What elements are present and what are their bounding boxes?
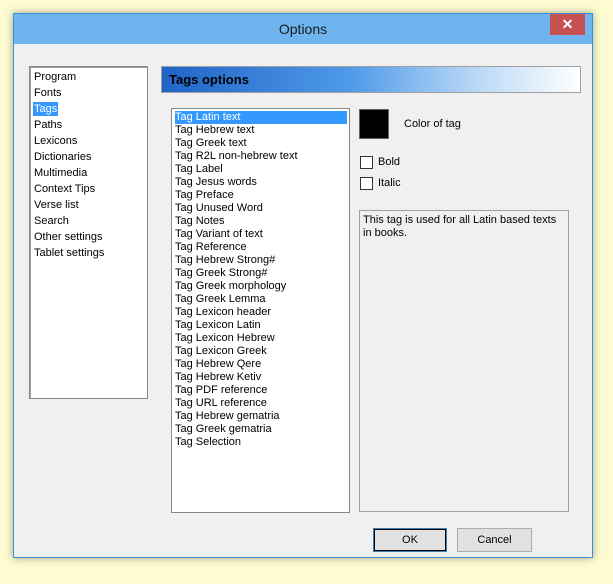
panel-title: Tags options xyxy=(169,72,249,87)
nav-item[interactable]: Multimedia xyxy=(33,166,88,180)
nav-item[interactable]: Fonts xyxy=(33,86,63,100)
tag-list-item[interactable]: Tag Greek text xyxy=(175,137,347,150)
nav-item[interactable]: Program xyxy=(33,70,77,84)
dialog-body: Program Fonts Tags Paths Lexicons Dictionarie… xyxy=(21,44,585,552)
bold-checkbox[interactable] xyxy=(360,156,373,169)
nav-item[interactable]: Tablet settings xyxy=(33,246,105,260)
italic-label: Italic xyxy=(378,177,401,189)
tag-list-item[interactable]: Tag Lexicon Greek xyxy=(175,345,347,358)
tag-list-item[interactable]: Tag Hebrew Qere xyxy=(175,358,347,371)
ok-button[interactable]: OK xyxy=(373,528,447,552)
category-list[interactable]: Program Fonts Tags Paths Lexicons Dictionarie… xyxy=(29,66,148,399)
color-of-tag-label: Color of tag xyxy=(404,118,461,130)
tag-list-item[interactable]: Tag PDF reference xyxy=(175,384,347,397)
panel-header: Tags options xyxy=(161,66,581,93)
tag-list-item[interactable]: Tag Lexicon Latin xyxy=(175,319,347,332)
tag-list-item[interactable]: Tag Label xyxy=(175,163,347,176)
tag-list-item[interactable]: Tag Jesus words xyxy=(175,176,347,189)
tag-list-item[interactable]: Tag Reference xyxy=(175,241,347,254)
nav-item[interactable]: Search xyxy=(33,214,70,228)
tag-list-item[interactable]: Tag Hebrew Strong# xyxy=(175,254,347,267)
bold-label: Bold xyxy=(378,156,401,168)
tag-list-item[interactable]: Tag Hebrew gematria xyxy=(175,410,347,423)
tag-list-item[interactable]: Tag Variant of text xyxy=(175,228,347,241)
tag-list-item[interactable]: Tag Selection xyxy=(175,436,347,449)
nav-item[interactable]: Tags xyxy=(33,102,59,116)
cancel-button[interactable]: Cancel xyxy=(457,528,532,552)
close-button[interactable]: ✕ xyxy=(550,14,585,35)
window-title: Options xyxy=(278,21,328,37)
tag-description: This tag is used for all Latin based tex… xyxy=(363,214,557,239)
title-bar[interactable]: Options ✕ xyxy=(14,14,592,44)
nav-item[interactable]: Other settings xyxy=(33,230,103,244)
tag-list-item[interactable]: Tag Notes xyxy=(175,215,347,228)
tag-list-item[interactable]: Tag Greek morphology xyxy=(175,280,347,293)
tag-list-item[interactable]: Tag Lexicon header xyxy=(175,306,347,319)
nav-item[interactable]: Dictionaries xyxy=(33,150,92,164)
tag-list-item[interactable]: Tag Latin text xyxy=(175,111,347,124)
tag-description-box: This tag is used for all Latin based tex… xyxy=(359,210,569,512)
tag-list[interactable]: Tag Latin text Tag Hebrew text Tag Greek t… xyxy=(171,108,350,513)
nav-item[interactable]: Context Tips xyxy=(33,182,96,196)
tag-list-item[interactable]: Tag URL reference xyxy=(175,397,347,410)
tag-list-item[interactable]: Tag Unused Word xyxy=(175,202,347,215)
tag-list-item[interactable]: Tag Preface xyxy=(175,189,347,202)
nav-item[interactable]: Verse list xyxy=(33,198,80,212)
tag-list-item[interactable]: Tag Hebrew text xyxy=(175,124,347,137)
tag-list-item[interactable]: Tag Greek gematria xyxy=(175,423,347,436)
tag-list-item[interactable]: Tag Greek Lemma xyxy=(175,293,347,306)
nav-item[interactable]: Lexicons xyxy=(33,134,78,148)
tag-list-item[interactable]: Tag Hebrew Ketiv xyxy=(175,371,347,384)
tag-color-swatch[interactable] xyxy=(359,109,389,139)
tag-list-item[interactable]: Tag R2L non-hebrew text xyxy=(175,150,347,163)
tag-list-item[interactable]: Tag Lexicon Hebrew xyxy=(175,332,347,345)
options-dialog: Options ✕ Program Fonts Tags Paths Lexicons D… xyxy=(13,13,593,558)
tag-list-item[interactable]: Tag Greek Strong# xyxy=(175,267,347,280)
nav-item[interactable]: Paths xyxy=(33,118,63,132)
italic-checkbox[interactable] xyxy=(360,177,373,190)
